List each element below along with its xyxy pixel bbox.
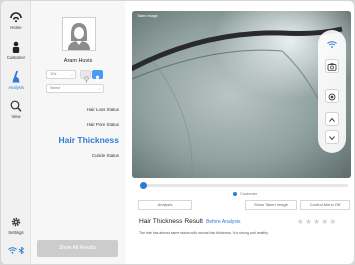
analysis-icon: [12, 71, 20, 83]
wifi-icon[interactable]: [327, 41, 337, 48]
slider-track: [142, 184, 348, 187]
category-select-value: Select: [50, 86, 60, 90]
female-icon: [84, 76, 89, 83]
camera-control-panel: [318, 30, 346, 153]
age-select[interactable]: 10's ⌵: [46, 70, 76, 79]
nav-analysis-label: Analysis: [8, 85, 24, 90]
user-avatar-icon: [68, 23, 90, 50]
menu-item-hair-loss[interactable]: Hair Loss Status: [31, 107, 119, 112]
nav-customer[interactable]: Customer: [1, 41, 31, 60]
nav-settings[interactable]: Settings: [1, 216, 31, 235]
wifi-icon: [8, 247, 17, 254]
menu-item-label: Hair Pore Status: [86, 122, 119, 127]
show-all-results-button[interactable]: Show All Results: [37, 240, 118, 257]
result-title: Hair Thickness Result: [139, 218, 204, 225]
view-icon: [10, 100, 22, 112]
customer-indicator-dot: [233, 192, 237, 196]
zoom-down-button[interactable]: [325, 130, 339, 144]
app-window: Home Customer Analysis View Settings Ara…: [1, 1, 354, 264]
analysis-button[interactable]: Analysis: [138, 200, 192, 210]
star-icon: ★: [329, 217, 338, 226]
refresh-icon[interactable]: [341, 169, 348, 176]
result-description: The hair has almost same status with nor…: [139, 231, 269, 235]
gender-male-button[interactable]: [92, 70, 103, 82]
nav-home-label: Home: [10, 25, 22, 30]
result-title-row: Hair Thickness Result Before Analysis: [139, 218, 240, 225]
star-icon: ★: [321, 217, 330, 226]
menu-item-hair-thickness-selected[interactable]: Hair Thickness: [31, 135, 119, 145]
before-analysis-link[interactable]: Before Analysis: [206, 219, 240, 225]
avatar: [62, 17, 96, 51]
nav-analysis[interactable]: Analysis: [1, 71, 31, 90]
customer-icon: [12, 41, 20, 53]
bluetooth-icon: [18, 247, 25, 254]
capture-button[interactable]: [325, 59, 339, 73]
chevron-down-icon: [329, 136, 335, 141]
record-button[interactable]: [325, 89, 339, 103]
show-taken-image-button[interactable]: Show Taken Image: [245, 200, 297, 210]
nav-home[interactable]: Home: [1, 11, 31, 30]
nav-view[interactable]: View: [1, 100, 31, 119]
record-icon: [328, 93, 336, 101]
user-name: Aram Huvis: [63, 58, 93, 64]
male-icon: [95, 75, 100, 82]
nav-customer-label: Customer: [6, 55, 26, 60]
star-icon: ★: [297, 217, 306, 226]
home-icon: [10, 12, 22, 23]
age-select-value: 10's: [50, 72, 57, 76]
nav-settings-label: Settings: [8, 230, 24, 235]
customer-label: Customer: [240, 191, 258, 196]
rating-stars: ★★★★★: [297, 217, 338, 226]
capture-slider[interactable]: [138, 182, 350, 189]
slider-thumb[interactable]: [140, 182, 148, 189]
zoom-up-button[interactable]: [325, 112, 339, 126]
gender-female-button[interactable]: [80, 70, 91, 83]
gear-icon: [11, 217, 21, 227]
menu-item-hair-pore[interactable]: Hair Pore Status: [31, 122, 119, 127]
chevron-down-icon: ⌵: [97, 86, 101, 91]
chevron-down-icon: ⌵: [69, 72, 73, 77]
chevron-up-icon: [329, 117, 335, 122]
profile-panel: Aram Huvis 10's ⌵ Select ⌵ Hair Loss Sta…: [31, 1, 125, 264]
taken-image-label: Taken Image: [137, 14, 158, 18]
side-nav: Home Customer Analysis View Settings: [1, 1, 31, 264]
nav-view-label: View: [11, 114, 21, 119]
menu-item-cuticle[interactable]: Cuticle Status: [31, 153, 119, 158]
menu-item-label: Hair Loss Status: [86, 107, 119, 112]
camera-icon: [327, 63, 337, 71]
category-select[interactable]: Select ⌵: [46, 84, 104, 93]
control-menu-off-button[interactable]: Control Menu Off: [300, 200, 350, 210]
menu-item-label: Cuticle Status: [91, 153, 119, 158]
